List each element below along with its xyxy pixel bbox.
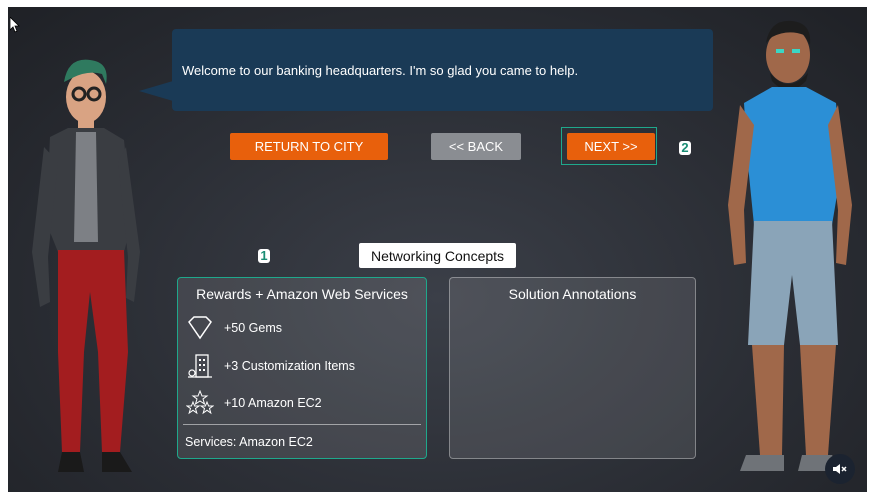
woman-character [32,59,140,472]
solution-panel-title: Solution Annotations [508,286,637,302]
man-character [728,20,852,471]
reward-label: +50 Gems [224,321,283,335]
speaker-muted-icon [833,464,847,474]
step-badge-2: 2 [679,141,691,155]
mute-button[interactable] [825,454,855,484]
rewards-panel: Rewards + Amazon Web Services +50 Gems +… [177,277,427,459]
return-to-city-button[interactable]: RETURN TO CITY [230,133,388,160]
solution-annotations-panel: Solution Annotations [449,277,696,459]
reward-label: +10 Amazon EC2 [224,396,322,410]
reward-item-ec2: +10 Amazon EC2 [186,390,322,416]
dialog-tail [139,81,173,101]
building-icon [188,354,212,378]
reward-label: +3 Customization Items [224,359,355,373]
reward-item-customization: +3 Customization Items [186,352,355,380]
game-viewport: Welcome to our banking headquarters. I'm… [8,7,867,492]
back-button[interactable]: << BACK [431,133,521,160]
gem-icon [188,316,212,340]
mouse-cursor-icon [10,17,20,33]
stars-icon [186,390,214,415]
next-button[interactable]: NEXT >> [567,133,655,160]
step-badge-1: 1 [258,249,270,263]
rewards-panel-title: Rewards + Amazon Web Services [196,286,408,302]
dialog-text: Welcome to our banking headquarters. I'm… [182,63,579,78]
divider [183,424,421,425]
services-label: Services: Amazon EC2 [185,435,313,449]
dialog-bubble: Welcome to our banking headquarters. I'm… [172,29,713,111]
section-title: Networking Concepts [359,243,516,268]
reward-item-gems: +50 Gems [186,316,282,340]
